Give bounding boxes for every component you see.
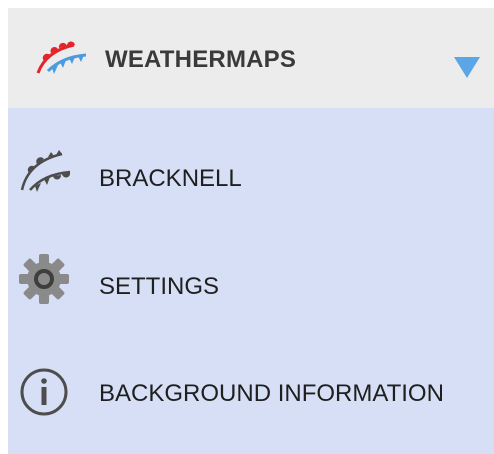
info-icon xyxy=(20,368,68,416)
navigation-menu: WEATHERMAPS BRACKNELL SETTINGS BACKGROUN… xyxy=(8,8,494,454)
menu-item-bracknell[interactable]: BRACKNELL xyxy=(8,116,494,224)
app-title: WEATHERMAPS xyxy=(105,46,297,73)
menu-item-label: SETTINGS xyxy=(99,273,220,300)
menu-item-settings[interactable]: SETTINGS xyxy=(8,224,494,332)
weather-front-icon xyxy=(36,41,86,74)
menu-header[interactable]: WEATHERMAPS xyxy=(8,8,494,108)
menu-item-label: BACKGROUND INFORMATION xyxy=(99,380,444,407)
menu-item-background-information[interactable]: BACKGROUND INFORMATION xyxy=(8,332,494,440)
menu-item-label: BRACKNELL xyxy=(99,165,242,192)
bracknell-front-icon xyxy=(20,150,70,192)
triangle-down-icon[interactable] xyxy=(452,54,482,80)
gear-icon xyxy=(19,254,69,304)
